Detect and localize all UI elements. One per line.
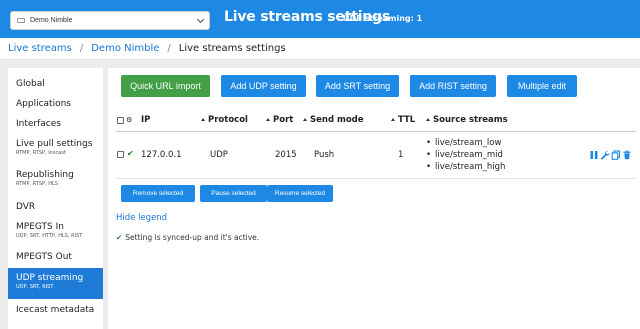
breadcrumb: Live streams / Demo Nimble / Live stream… <box>0 38 640 60</box>
column-header-port[interactable]: Port <box>266 115 293 125</box>
cell-protocol: UDP <box>210 150 228 160</box>
column-header-send-mode[interactable]: Send mode <box>303 115 364 125</box>
table-header: ⚙ IP Protocol Port Send mode TTL Source … <box>116 115 636 132</box>
sidebar-item-live-pull-settings[interactable]: Live pull settings RTMP, RTSP, Icecast <box>8 139 103 157</box>
breadcrumb-current: Live streams settings <box>178 43 286 54</box>
trash-icon[interactable] <box>622 150 632 160</box>
cell-port: 2015 <box>275 150 297 160</box>
column-header-label: Port <box>273 115 294 125</box>
table-row: ✔ 127.0.0.1 UDP 2015 Push 1 live/stream_… <box>116 132 636 179</box>
source-stream-item: live/stream_mid <box>426 149 505 161</box>
sidebar-item-sublabel: UDP, SRT, HTTP, HLS, RIST <box>16 233 83 239</box>
add-rist-setting-button[interactable]: Add RIST setting <box>410 75 496 97</box>
resume-selected-button[interactable]: Resume selected <box>267 185 333 202</box>
source-stream-item: live/stream_low <box>426 137 505 149</box>
select-all-checkbox[interactable] <box>117 117 124 124</box>
sidebar-item-label: Applications <box>16 99 71 109</box>
sidebar-item-label: Global <box>16 79 45 89</box>
sidebar-item-interfaces[interactable]: Interfaces <box>8 119 103 130</box>
sidebar-item-republishing[interactable]: Republishing RTMP, RTSP, HLS <box>8 170 103 188</box>
main-panel: Quick URL import Add UDP setting Add SRT… <box>108 68 640 329</box>
multiple-edit-button[interactable]: Multiple edit <box>507 75 577 97</box>
sidebar-item-udp-streaming[interactable]: UDP streaming UDP, SRT, RIST <box>8 268 103 299</box>
cell-ttl: 1 <box>398 150 404 160</box>
sidebar-item-sublabel: RTMP, RTSP, Icecast <box>16 150 66 156</box>
wrench-icon[interactable] <box>600 150 610 160</box>
sort-asc-icon <box>391 118 395 121</box>
udp-streaming-count: UDP streaming: 1 <box>343 14 423 23</box>
sort-asc-icon <box>266 118 270 121</box>
pause-icon[interactable] <box>589 150 599 160</box>
add-udp-setting-button[interactable]: Add UDP setting <box>221 75 306 97</box>
add-srt-setting-button[interactable]: Add SRT setting <box>316 75 399 97</box>
column-header-source-streams[interactable]: Source streams <box>426 115 508 125</box>
chevron-down-icon <box>196 15 205 23</box>
quick-url-import-button[interactable]: Quick URL import <box>121 75 210 97</box>
column-header-label: Source streams <box>433 115 508 125</box>
sort-asc-icon <box>426 118 430 121</box>
sidebar-item-label: UDP streaming <box>16 273 84 283</box>
sidebar-item-label: Republishing <box>16 170 74 180</box>
sidebar-item-mpegts-in[interactable]: MPEGTS In UDP, SRT, HTTP, HLS, RIST <box>8 222 103 240</box>
column-header-protocol[interactable]: Protocol <box>201 115 248 125</box>
source-stream-item: live/stream_high <box>426 161 505 173</box>
server-icon <box>17 18 25 23</box>
top-bar: Demo Nimble Live streams settings UDP st… <box>0 0 640 38</box>
row-checkbox[interactable] <box>117 151 124 158</box>
column-header-label: TTL <box>398 115 416 125</box>
copy-icon[interactable] <box>611 150 621 160</box>
breadcrumb-separator: / <box>167 43 171 54</box>
sidebar-item-mpegts-out[interactable]: MPEGTS Out <box>8 252 103 263</box>
sort-asc-icon <box>201 118 205 121</box>
synced-check-icon: ✔ <box>127 149 134 158</box>
server-select-value: Demo Nimble <box>30 17 73 24</box>
breadcrumb-live-streams[interactable]: Live streams <box>8 43 72 54</box>
column-header-label: Protocol <box>208 115 248 125</box>
sidebar-item-sublabel: RTMP, RTSP, HLS <box>16 181 58 187</box>
synced-check-icon: ✔ <box>116 233 123 242</box>
cell-send-mode: Push <box>314 150 335 160</box>
sidebar-item-icecast-metadata[interactable]: Icecast metadata <box>8 305 103 316</box>
legend-synced-text: Setting is synced-up and it's active. <box>125 233 260 242</box>
sidebar-item-label: Interfaces <box>16 119 61 129</box>
breadcrumb-separator: / <box>79 43 84 54</box>
sidebar-item-global[interactable]: Global <box>8 79 103 90</box>
server-select[interactable]: Demo Nimble <box>10 11 210 30</box>
source-streams-list: live/stream_low live/stream_mid live/str… <box>426 137 505 173</box>
sidebar-item-label: Icecast metadata <box>16 305 95 315</box>
sort-asc-icon <box>303 118 307 121</box>
column-header-label: Send mode <box>310 115 364 125</box>
remove-selected-button[interactable]: Remove selected <box>121 185 195 202</box>
sidebar-item-label: MPEGTS Out <box>16 252 72 262</box>
sidebar-item-dvr[interactable]: DVR <box>8 202 103 213</box>
sidebar-item-label: MPEGTS In <box>16 222 64 232</box>
settings-icon[interactable]: ⚙ <box>126 116 132 124</box>
sidebar: Global Applications Interfaces Live pull… <box>8 68 103 329</box>
cell-ip: 127.0.0.1 <box>141 150 182 160</box>
hide-legend-link[interactable]: Hide legend <box>116 213 167 223</box>
sidebar-item-label: Live pull settings <box>16 139 93 149</box>
legend-synced: ✔ Setting is synced-up and it's active. <box>116 233 259 242</box>
column-header-ip[interactable]: IP <box>141 115 150 125</box>
sidebar-item-label: DVR <box>16 202 36 212</box>
column-header-ttl[interactable]: TTL <box>391 115 415 125</box>
breadcrumb-server[interactable]: Demo Nimble <box>91 43 159 54</box>
sidebar-item-applications[interactable]: Applications <box>8 99 103 110</box>
pause-selected-button[interactable]: Pause selected <box>200 185 267 202</box>
row-actions <box>589 150 632 160</box>
sidebar-item-sublabel: UDP, SRT, RIST <box>16 284 54 290</box>
